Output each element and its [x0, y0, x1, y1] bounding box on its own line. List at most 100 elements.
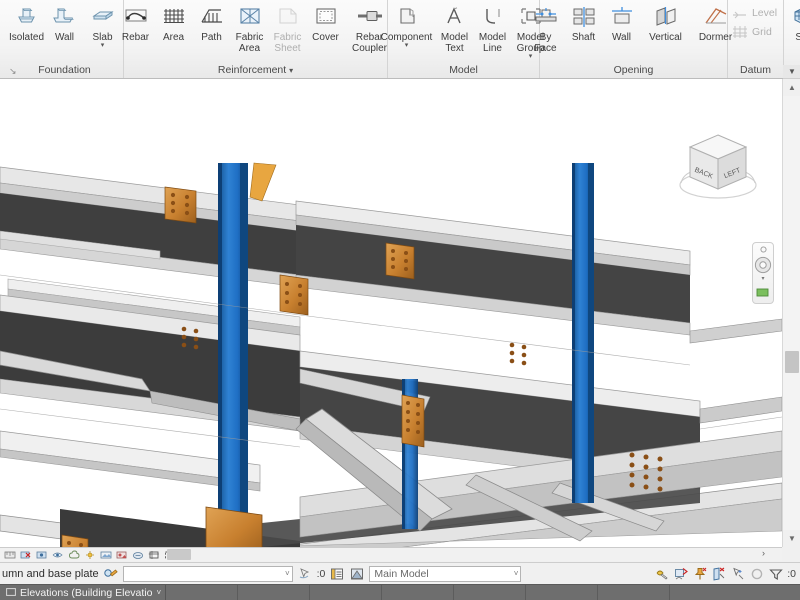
ribbon-panel-model: Component ▾ Model Text Model Line Model … [381, 0, 544, 78]
model-viewport-3d[interactable]: BACK LEFT ▾ [0, 79, 782, 547]
panel-title: Model [449, 64, 478, 76]
ribbon-panel-opening: By Face Shaft Wall Vertical Dormer Openi… [534, 0, 732, 78]
button-opening-wall[interactable]: Wall [603, 2, 641, 44]
press-and-drag-icon[interactable] [297, 566, 313, 582]
foundation-wall-icon [52, 5, 78, 31]
path-reinforcement-icon [199, 5, 225, 31]
button-opening-vertical[interactable]: Vertical [641, 2, 691, 44]
panel-dialog-launcher[interactable]: ↘ [9, 66, 17, 77]
render-icon[interactable] [98, 548, 113, 561]
render-gallery-icon[interactable] [114, 548, 129, 561]
reveal-hidden-elements-icon[interactable] [34, 548, 49, 561]
button-path-reinforcement[interactable]: Path [193, 2, 231, 44]
zoom-tool-icon[interactable] [756, 285, 770, 297]
button-model-line[interactable]: Model Line [474, 2, 512, 55]
button-rebar[interactable]: Rebar [117, 2, 155, 44]
button-model-text[interactable]: Model Text [436, 2, 474, 55]
button-component[interactable]: Component ▾ [378, 2, 436, 50]
button-opening-shaft[interactable]: Shaft [565, 2, 603, 44]
connection-plate [164, 186, 197, 224]
scroll-up-arrow[interactable]: ▲ [783, 79, 800, 96]
button-fabric-area[interactable]: Fabric Area [231, 2, 269, 55]
chevron-down-icon[interactable]: ▾ [101, 42, 105, 49]
select-elements-by-face-icon[interactable] [711, 566, 727, 582]
tab-bar-segment [166, 585, 238, 600]
chevron-down-icon[interactable]: ˅ [157, 588, 162, 597]
scroll-thumb[interactable] [785, 351, 799, 373]
tab-bar-segment [454, 585, 526, 600]
component-icon [394, 5, 420, 31]
button-wall-foundation[interactable]: Wall [46, 2, 84, 44]
temporary-hide-isolate-icon[interactable] [50, 548, 65, 561]
button-label: Vertical [649, 32, 682, 43]
hide-category-icon[interactable] [18, 548, 33, 561]
connection-plate [279, 274, 309, 316]
no-selection-icon[interactable] [749, 566, 765, 582]
worksets-icon[interactable] [329, 566, 345, 582]
view-tab-label: Elevations (Building Elevatio [20, 586, 153, 599]
connection-plate [401, 394, 425, 448]
edit-in-place-icon[interactable] [103, 566, 119, 582]
scale-icon[interactable] [2, 548, 17, 561]
viewport-horizontal-scroll-right-arrow[interactable]: › [762, 548, 765, 558]
panel-title[interactable]: Reinforcement ▾ [128, 62, 383, 78]
navigation-bar[interactable]: ▾ [752, 242, 774, 304]
active-workset-combo[interactable]: Main Model ˅ [369, 565, 522, 582]
button-isolated-foundation[interactable]: Isolated [8, 2, 46, 44]
crop-view-icon[interactable] [146, 548, 161, 561]
button-label: Set [795, 32, 800, 43]
connection-plate [385, 242, 415, 280]
button-label: Wall [611, 32, 632, 43]
view-cube[interactable]: BACK LEFT [672, 123, 764, 215]
select-links-icon[interactable] [654, 566, 670, 582]
opening-wall-icon [608, 5, 636, 31]
scroll-down-arrow[interactable]: ▼ [783, 530, 800, 547]
design-options-icon[interactable] [349, 566, 365, 582]
chevron-down-icon[interactable]: ˅ [514, 569, 519, 578]
tab-bar-segment [526, 585, 598, 600]
chevron-down-icon[interactable]: ▾ [289, 66, 293, 75]
shadows-icon[interactable] [66, 548, 81, 561]
chevron-down-icon[interactable]: ˅ [285, 569, 290, 578]
panel-title-text: Reinforcement [217, 64, 287, 76]
status-bar: umn and base plate ˅ :0 Main Model ˅:0 [0, 562, 800, 584]
drag-elements-on-selection-icon[interactable] [730, 566, 746, 582]
button-workplane-set[interactable]: Set [787, 2, 800, 44]
steering-wheel-icon[interactable] [754, 256, 772, 274]
panel-title: Foundation [38, 64, 91, 76]
button-label: Area [162, 32, 185, 43]
render-in-cloud-icon[interactable] [130, 548, 145, 561]
ribbon-panel-foundation: Isolated Wall Slab ▾ Foundation ↘ [6, 0, 124, 78]
chevron-down-icon[interactable]: ▾ [761, 276, 764, 282]
sun-path-icon[interactable] [82, 548, 97, 561]
button-opening-by-face[interactable]: By Face [527, 2, 565, 55]
model-text-icon [442, 5, 468, 31]
button-grid: Grid [729, 23, 782, 41]
active-workset-value: Main Model [374, 567, 429, 580]
model-line-icon [480, 5, 506, 31]
select-underlay-elements-icon[interactable] [673, 566, 689, 582]
ribbon-panel-reinforcement: Rebar Area Path Fabric Area Fabric Sheet… [122, 0, 388, 78]
filter-icon[interactable] [768, 566, 784, 582]
fabric-area-icon [237, 5, 263, 31]
select-pinned-elements-icon[interactable] [692, 566, 708, 582]
button-fabric-sheet: Fabric Sheet [269, 2, 307, 55]
view-tab-elevations[interactable]: Elevations (Building Elevatio ˅ [0, 585, 166, 600]
workplane-set-icon [790, 5, 800, 31]
scroll-top-pin-icon[interactable]: ▼ [783, 65, 800, 79]
button-level: Level [729, 4, 782, 22]
navbar-menu-icon[interactable] [759, 246, 768, 253]
tab-bar-segment [598, 585, 670, 600]
viewport-vertical-scrollbar[interactable]: ▼ ▲ ▼ [782, 65, 800, 547]
filter-count: :0 [787, 567, 796, 580]
viewport-horizontal-scroll-thumb[interactable] [167, 549, 191, 560]
filter-selection-combo[interactable]: ˅ [122, 565, 293, 582]
panel-title: Opening [613, 64, 654, 76]
button-rebar-cover[interactable]: Cover [307, 2, 345, 44]
button-label: Level [751, 7, 778, 19]
level-icon [732, 5, 749, 21]
button-label: By Face [534, 32, 557, 54]
button-area-reinforcement[interactable]: Area [155, 2, 193, 44]
revit-application-window: Isolated Wall Slab ▾ Foundation ↘ Rebar … [0, 0, 800, 600]
chevron-down-icon[interactable]: ▾ [405, 42, 409, 49]
